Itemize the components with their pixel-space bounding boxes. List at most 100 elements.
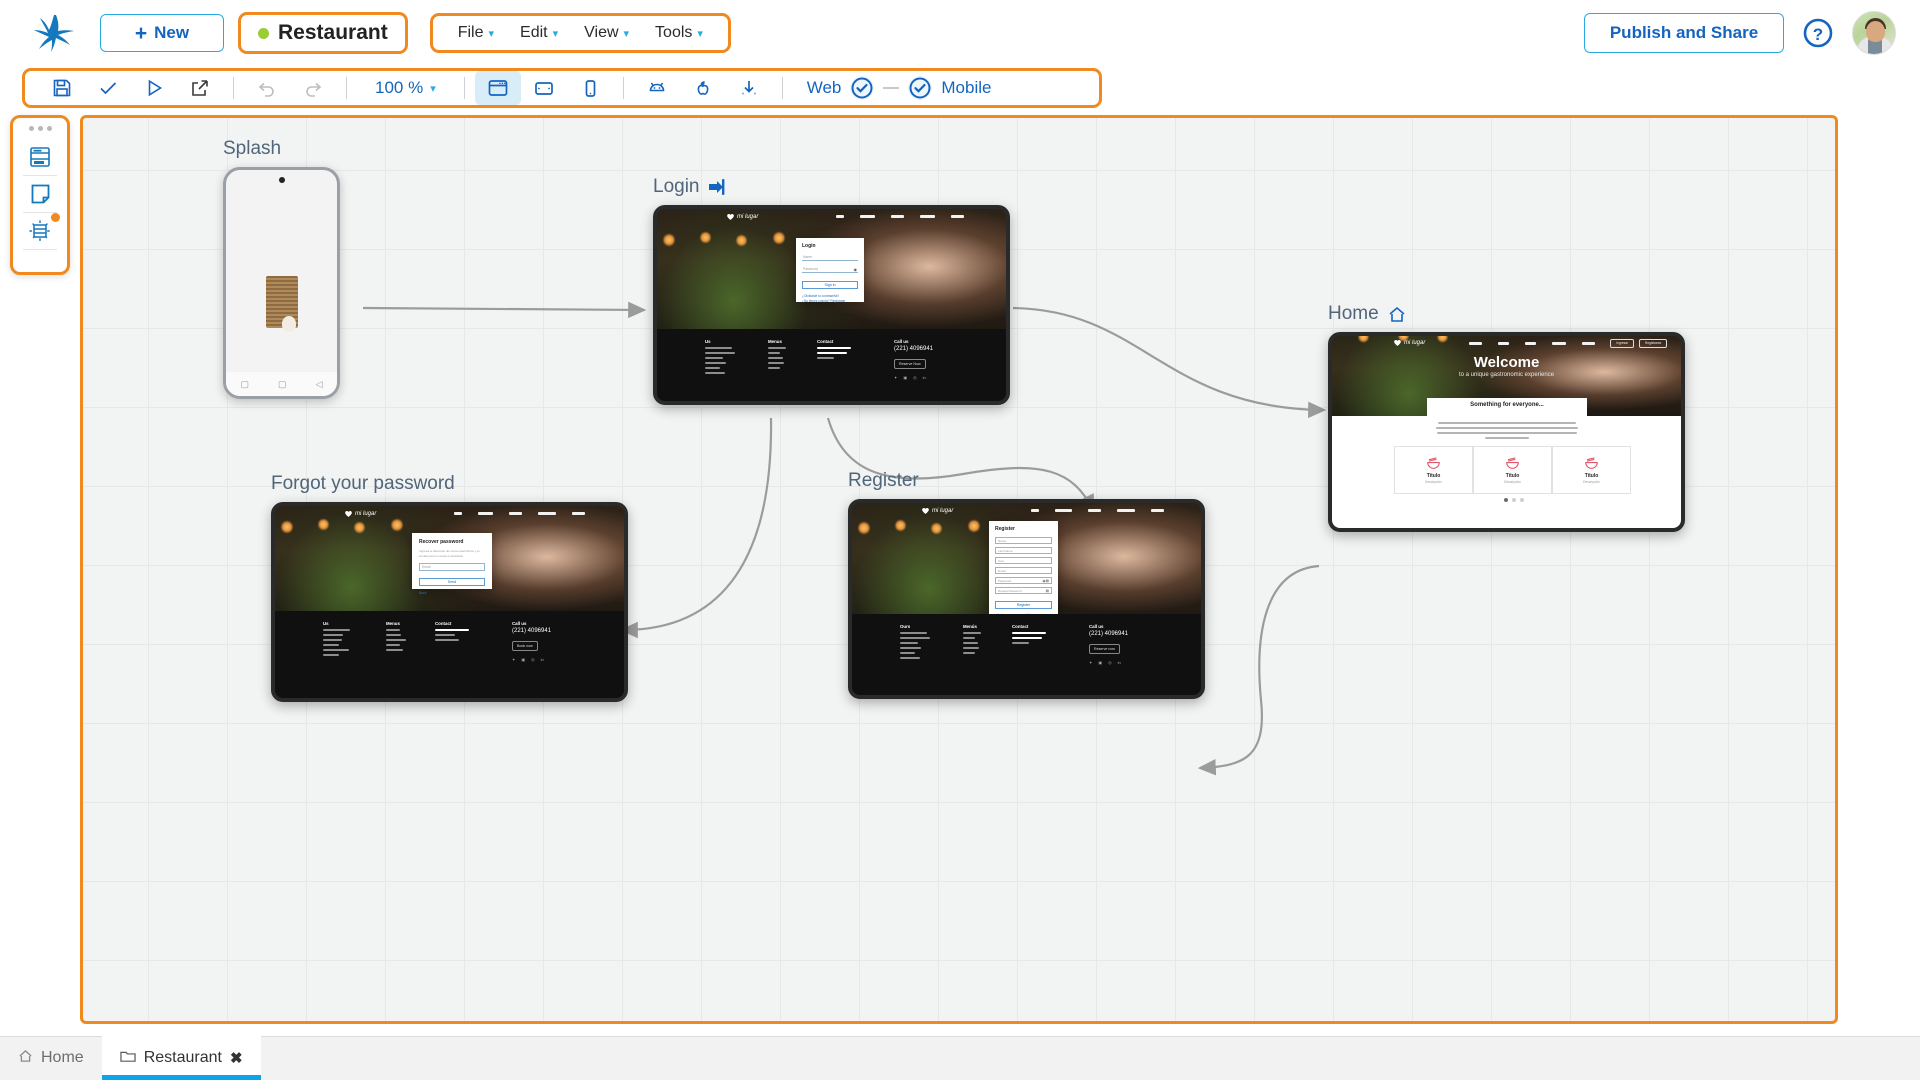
forgot-screen-preview[interactable]: mi lugar Recover password Ingresa tu dir… bbox=[271, 502, 628, 702]
web-check-circle-icon[interactable] bbox=[849, 75, 875, 101]
login-form-title: Login bbox=[802, 243, 816, 249]
footer-reserve-button[interactable]: Reserve now bbox=[1089, 644, 1120, 654]
instagram-icon[interactable]: ◎ bbox=[913, 375, 917, 380]
footer-col-1-head: Menus bbox=[386, 621, 400, 626]
avatar[interactable] bbox=[1852, 11, 1896, 55]
home-tile-2[interactable]: Título Descripción bbox=[1552, 446, 1631, 494]
question-circle-icon[interactable]: ? bbox=[1802, 17, 1834, 49]
home-tile-0[interactable]: Título Descripción bbox=[1394, 446, 1473, 494]
instagram-icon[interactable]: ◎ bbox=[531, 657, 535, 662]
menu-item-tools[interactable]: Tools ▾ bbox=[644, 21, 714, 45]
home-screen-preview[interactable]: mi lugar Ingresar Registrarse Welcome to… bbox=[1328, 332, 1685, 532]
linkedin-icon[interactable]: in bbox=[1118, 660, 1121, 665]
new-button[interactable]: + New bbox=[100, 14, 224, 52]
register-screen-preview[interactable]: mi lugar Register Name Last Name User Em… bbox=[848, 499, 1205, 699]
linkedin-icon[interactable]: in bbox=[541, 657, 544, 662]
twitter-icon[interactable]: ✦ bbox=[1089, 660, 1092, 665]
twitter-icon[interactable]: ✦ bbox=[512, 657, 515, 662]
mobile-check-circle-icon[interactable] bbox=[907, 75, 933, 101]
menu-item-view[interactable]: View ▾ bbox=[573, 21, 640, 45]
close-x-icon[interactable]: ✖ bbox=[230, 1049, 243, 1067]
design-canvas[interactable]: Splash ▢ ▢ ◁ Login mi lugar Login Name P… bbox=[80, 115, 1838, 1024]
recover-form-card[interactable]: Recover password Ingresa tu dirección de… bbox=[412, 533, 492, 595]
facebook-icon[interactable]: ▣ bbox=[903, 375, 907, 380]
eye-icon[interactable]: ◉▤ bbox=[1042, 579, 1049, 583]
register-submit-button[interactable]: Register bbox=[995, 601, 1052, 609]
home-tile-1-desc: Descripción bbox=[1504, 480, 1521, 484]
android-icon[interactable] bbox=[634, 71, 680, 105]
phone-icon[interactable] bbox=[567, 71, 613, 105]
forgot-screen-content: mi lugar Recover password Ingresa tu dir… bbox=[275, 506, 624, 698]
download-icon[interactable] bbox=[726, 71, 772, 105]
photo-coffee-cup bbox=[281, 316, 297, 332]
register-repeat-password-input[interactable]: Repeat Password ▤ bbox=[995, 587, 1052, 594]
share-export-icon[interactable] bbox=[177, 71, 223, 105]
node-register[interactable]: Register mi lugar Register Name Last Nam… bbox=[848, 470, 1205, 699]
login-screen-preview[interactable]: mi lugar Login Name Password ◉ Sign in ¿… bbox=[653, 205, 1010, 405]
footer-reserve-button[interactable]: Reserve Now bbox=[894, 359, 926, 369]
app-logo-icon[interactable] bbox=[26, 10, 82, 56]
tablet-icon[interactable] bbox=[521, 71, 567, 105]
facebook-icon[interactable]: ▣ bbox=[1098, 660, 1102, 665]
home-register-button[interactable]: Registrarse bbox=[1639, 338, 1668, 348]
menu-item-edit[interactable]: Edit ▾ bbox=[509, 21, 569, 45]
site-navbar: mi lugar bbox=[852, 503, 1201, 518]
apple-icon[interactable] bbox=[680, 71, 726, 105]
ramen-bowl-icon bbox=[1427, 457, 1440, 469]
tab-restaurant[interactable]: Restaurant ✖ bbox=[101, 1036, 261, 1080]
register-lastname-input[interactable]: Last Name bbox=[995, 547, 1052, 554]
recover-send-button[interactable]: Send bbox=[419, 578, 485, 586]
project-chip[interactable]: Restaurant bbox=[238, 12, 408, 54]
home-hero-subtitle: to a unique gastronomic experience bbox=[1458, 372, 1555, 378]
login-signin-button[interactable]: Sign in bbox=[802, 281, 858, 289]
circle-icon[interactable]: ▢ bbox=[278, 379, 287, 390]
play-icon[interactable] bbox=[131, 71, 177, 105]
dots-handle[interactable] bbox=[28, 126, 52, 131]
register-name-input[interactable]: Name bbox=[995, 537, 1052, 544]
instagram-icon[interactable]: ◎ bbox=[1108, 660, 1112, 665]
screens-panel-icon[interactable] bbox=[19, 139, 61, 175]
forgot-password-link[interactable]: ¿Olvidaste tu contraseña? bbox=[802, 294, 858, 298]
home-tile-1[interactable]: Título Descripción bbox=[1473, 446, 1552, 494]
site-footer: Us Menus Contact bbox=[275, 611, 624, 698]
login-name-input[interactable]: Name bbox=[802, 254, 858, 261]
footer-book-button[interactable]: Book now bbox=[512, 641, 538, 651]
save-icon[interactable] bbox=[39, 71, 85, 105]
node-home[interactable]: Home mi lugar Ingresar Registrarse Welco… bbox=[1328, 303, 1685, 532]
redo-icon[interactable] bbox=[290, 71, 336, 105]
recover-back-link[interactable]: Back bbox=[419, 591, 485, 595]
node-forgot-password[interactable]: Forgot your password mi lugar Recover pa… bbox=[271, 473, 628, 702]
check-icon[interactable] bbox=[85, 71, 131, 105]
square-icon[interactable]: ▢ bbox=[241, 379, 250, 390]
recover-email-input[interactable]: Email bbox=[419, 563, 485, 571]
node-splash[interactable]: Splash ▢ ▢ ◁ bbox=[223, 138, 340, 399]
login-password-input[interactable]: Password ◉ bbox=[802, 266, 858, 273]
menu-item-file[interactable]: File ▾ bbox=[447, 21, 505, 45]
eye-icon[interactable]: ◉ bbox=[854, 267, 858, 272]
register-form-card[interactable]: Register Name Last Name User Email Passw… bbox=[989, 521, 1058, 617]
register-user-input[interactable]: User bbox=[995, 557, 1052, 564]
home-login-button[interactable]: Ingresar bbox=[1610, 338, 1635, 348]
twitter-icon[interactable]: ✦ bbox=[894, 375, 897, 380]
eye-icon[interactable]: ▤ bbox=[1046, 589, 1049, 593]
svg-text:?: ? bbox=[1813, 25, 1823, 44]
publish-and-share-button[interactable]: Publish and Share bbox=[1584, 13, 1784, 53]
splash-phone-frame[interactable]: ▢ ▢ ◁ bbox=[223, 167, 340, 399]
linkedin-icon[interactable]: in bbox=[923, 375, 926, 380]
home-carousel-dots[interactable] bbox=[1504, 498, 1524, 502]
triangle-back-icon[interactable]: ◁ bbox=[316, 379, 323, 390]
register-form-title: Register bbox=[995, 526, 1016, 532]
register-password-input[interactable]: Password ◉▤ bbox=[995, 577, 1052, 584]
login-form-card[interactable]: Login Name Password ◉ Sign in ¿Olvidaste… bbox=[796, 238, 864, 303]
register-email-input[interactable]: Email bbox=[995, 567, 1052, 574]
desktop-icon[interactable] bbox=[474, 71, 521, 105]
facebook-icon[interactable]: ▣ bbox=[521, 657, 525, 662]
register-link[interactable]: ¿No tienes cuenta? Regístrate bbox=[802, 299, 858, 303]
masters-panel-icon[interactable] bbox=[19, 213, 61, 249]
undo-icon[interactable] bbox=[244, 71, 290, 105]
node-login[interactable]: Login mi lugar Login Name Password ◉ Sig… bbox=[653, 176, 1010, 405]
templates-panel-icon[interactable] bbox=[19, 176, 61, 212]
tab-home[interactable]: Home bbox=[0, 1036, 102, 1080]
zoom-level-selector[interactable]: 100 % ▾ bbox=[357, 78, 454, 98]
menu-item-view-label: View bbox=[584, 24, 619, 41]
